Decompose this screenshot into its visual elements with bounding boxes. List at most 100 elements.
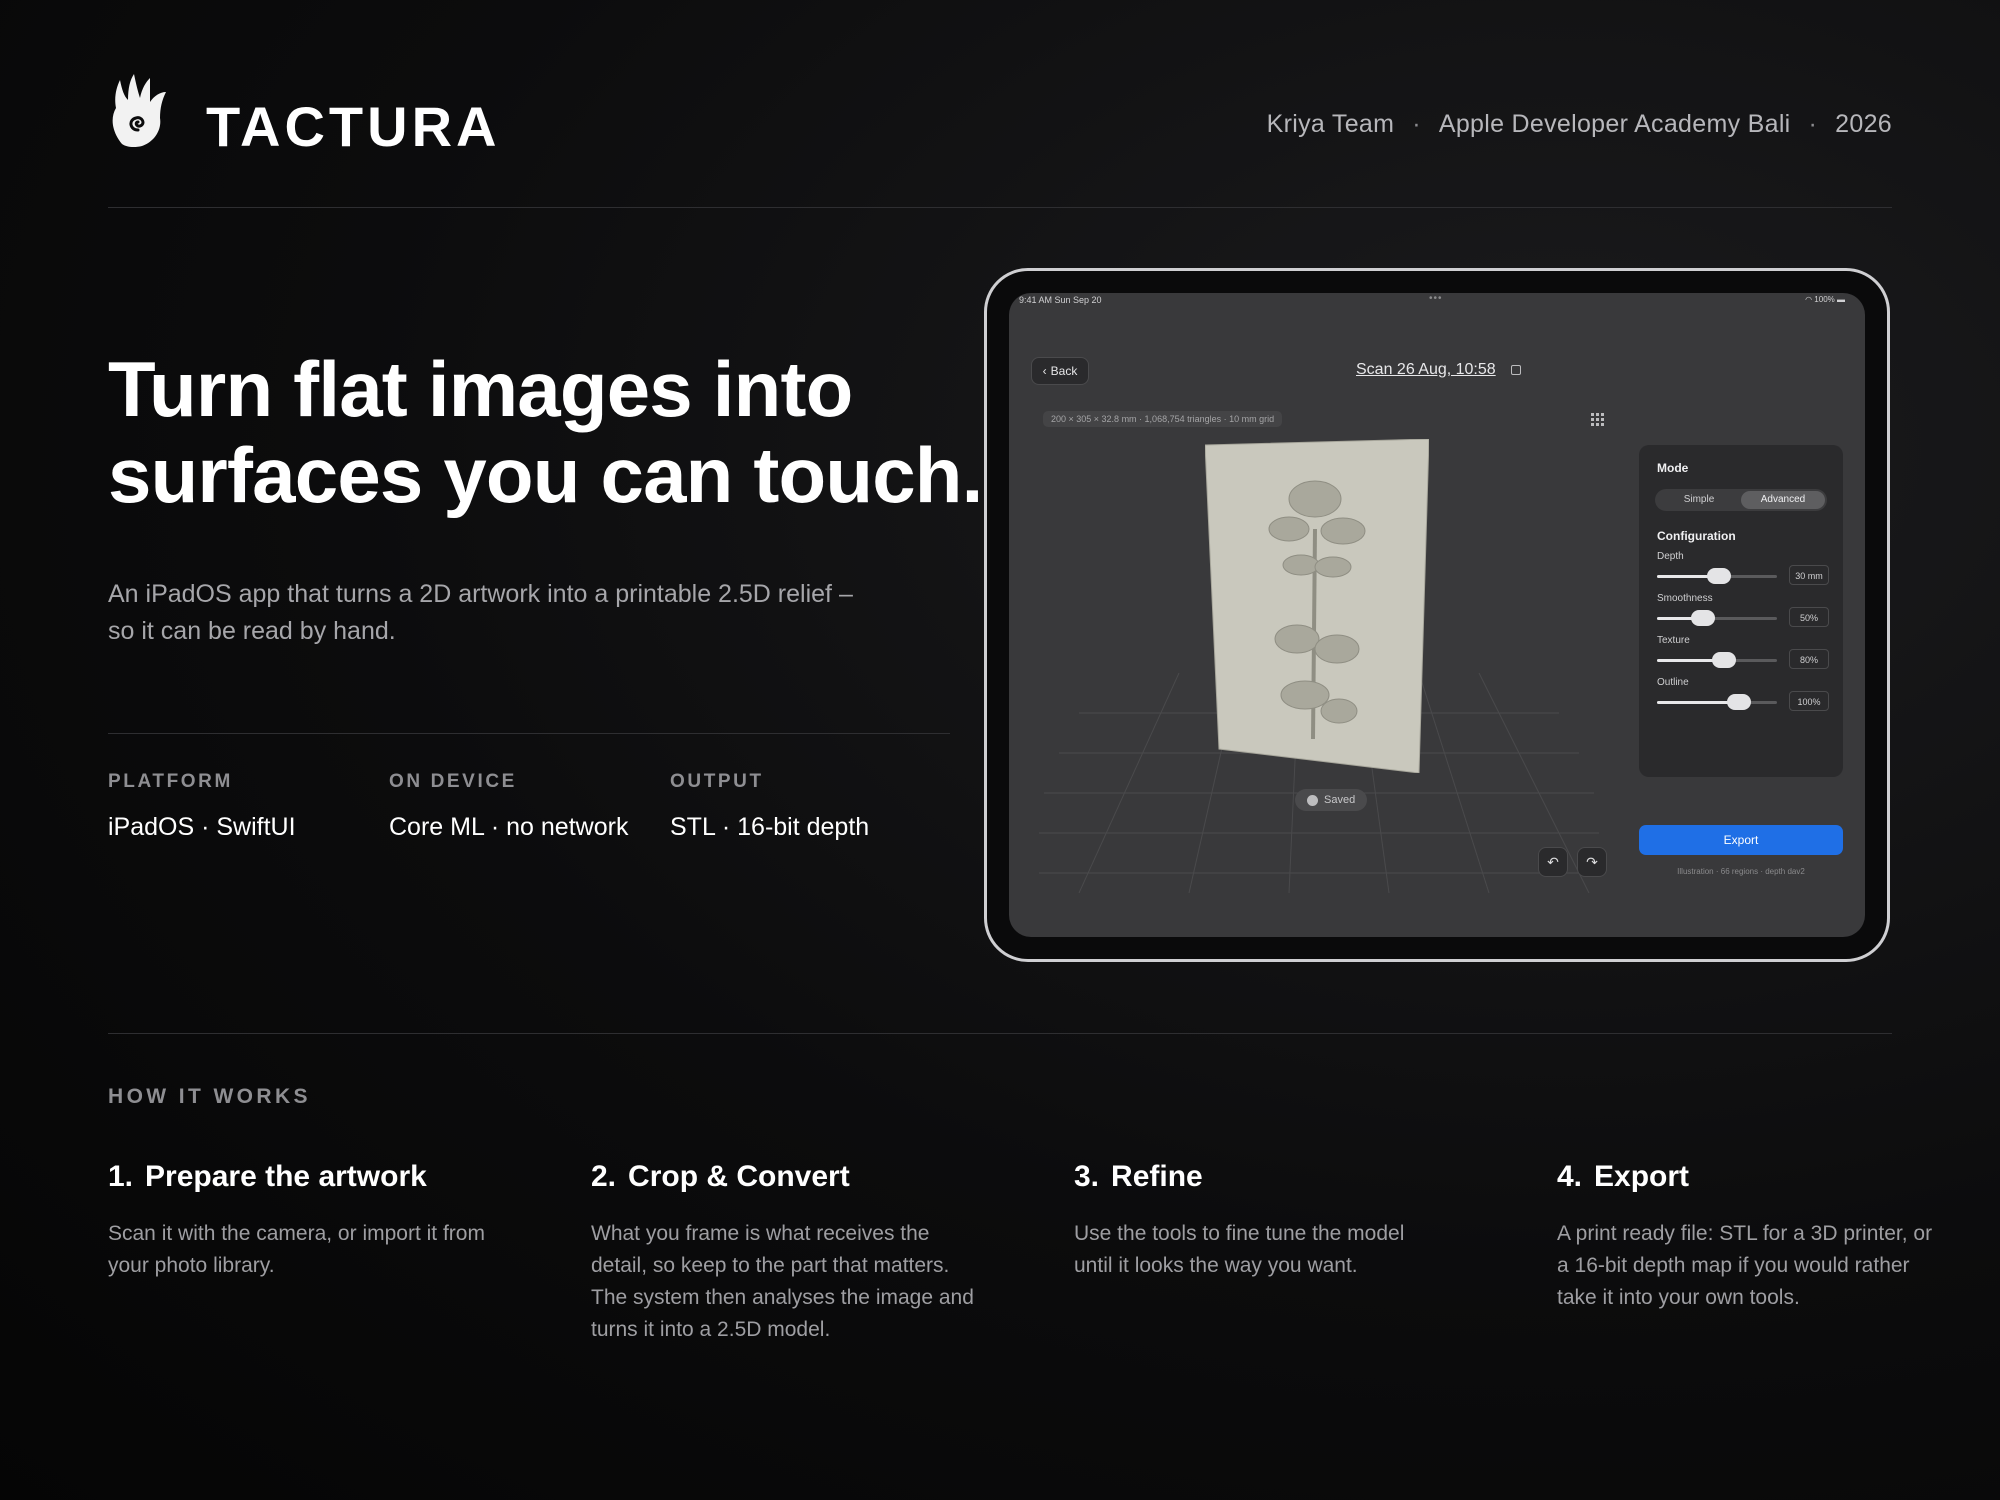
hero-subtitle-line: so it can be read by hand. [108,617,396,645]
step-description: A print ready file: STL for a 3D printer… [1557,1218,1967,1314]
model-dimensions: 200 × 305 × 32.8 mm · 1,068,754 triangle… [1043,411,1283,427]
divider [108,207,1892,208]
slider-label: Depth [1657,551,1684,562]
year: 2026 [1835,110,1892,138]
academy-name: Apple Developer Academy Bali [1438,110,1791,138]
back-label: Back [1050,364,1078,378]
slider-track[interactable] [1657,610,1777,626]
separator-dot: · [1412,110,1421,138]
hand-spiral-logo-icon [112,74,166,148]
wifi-icon: ◠ [1805,295,1813,304]
smoothness-slider[interactable]: Smoothness 50% [1657,593,1829,635]
step-description: What you frame is what receives the deta… [591,1218,1001,1346]
grid-toggle-icon[interactable] [1591,413,1605,427]
slider-knob[interactable] [1690,610,1715,626]
step-title: 4. Export [1557,1160,1967,1194]
step-refine: 3. Refine Use the tools to fine tune the … [1074,1160,1484,1282]
checkmark-icon [1307,794,1318,806]
hero-subtitle: An iPadOS app that turns a 2D artwork in… [108,576,908,650]
header-meta: Kriya Team · Apple Developer Academy Bali ·… [1267,110,1892,139]
step-export: 4. Export A print ready file: STL for a 3… [1557,1160,1967,1314]
step-description-line: detail, so keep to the part that matters… [591,1254,950,1277]
slider-value[interactable]: 80% [1789,649,1829,669]
step-description-line: Scan it with the camera, or import it fr… [108,1222,485,1245]
app-screen: 9:41 AM Sun Sep 20 ••• ◠ 100% ▬ ‹ Back S… [1009,293,1865,937]
saved-label: Saved [1324,794,1356,806]
step-title-text: Export [1594,1160,1690,1193]
scan-title[interactable]: Scan 26 Aug, 10:58 [1356,361,1496,379]
slider-value[interactable]: 50% [1789,607,1829,627]
spec-label: PLATFORM [108,771,233,792]
brand-name: TACTURA [206,95,501,158]
step-description-line: What you frame is what receives the [591,1222,930,1245]
step-description-line: a 16-bit depth map if you would rather [1557,1254,1910,1277]
saved-indicator: Saved [1295,789,1368,811]
redo-icon: ↷ [1586,853,1598,870]
step-description-line: The system then analyses the image and [591,1286,974,1309]
battery-level: 100% [1814,295,1835,304]
spec-value: STL · 16-bit depth [670,813,870,841]
step-title: 1. Prepare the artwork [108,1160,518,1194]
step-description-line: turns it into a 2.5D model. [591,1318,831,1341]
hero-subtitle-line: An iPadOS app that turns a 2D artwork in… [108,580,853,608]
slider-knob[interactable] [1707,568,1732,584]
step-description-line: until it looks the way you want. [1074,1254,1358,1277]
status-time: 9:41 AM Sun Sep 20 [1019,295,1102,305]
export-button[interactable]: Export [1639,825,1843,855]
spec-output: OUTPUT STL · 16-bit depth [670,771,869,842]
step-title: 3. Refine [1074,1160,1484,1194]
status-battery: ◠ 100% ▬ [1805,295,1845,304]
mode-option-simple[interactable]: Simple [1657,491,1741,509]
multitasking-dots-icon[interactable]: ••• [1429,293,1443,304]
spec-value: Core ML · no network [389,813,629,841]
hero-title-line: Turn flat images into [108,345,853,433]
slider-track[interactable] [1657,568,1777,584]
rename-icon[interactable] [1511,365,1521,375]
step-number: 2. [591,1160,617,1193]
step-number: 1. [108,1160,134,1193]
mode-segmented-control[interactable]: Simple Advanced [1655,489,1827,511]
slider-track[interactable] [1657,694,1777,710]
relief-model-preview[interactable] [1205,439,1429,773]
slider-value[interactable]: 30 mm [1789,565,1829,585]
slider-knob[interactable] [1726,694,1751,710]
settings-panel: Mode Simple Advanced Configuration Depth… [1639,445,1843,777]
slider-value[interactable]: 100% [1789,691,1829,711]
step-number: 3. [1074,1160,1100,1193]
mode-label: Mode [1657,461,1689,475]
step-crop-convert: 2. Crop & Convert What you frame is what … [591,1160,1001,1346]
chevron-left-icon: ‹ [1042,364,1047,378]
spec-platform: PLATFORM iPadOS · SwiftUI [108,771,296,842]
texture-slider[interactable]: Texture 80% [1657,635,1829,677]
spec-label: OUTPUT [670,771,764,792]
separator-dot: · [1808,110,1818,138]
slider-track[interactable] [1657,652,1777,668]
back-button[interactable]: ‹ Back [1031,357,1089,385]
step-title-text: Crop & Convert [628,1160,850,1193]
outline-slider[interactable]: Outline 100% [1657,677,1829,719]
slider-label: Texture [1657,635,1690,646]
undo-button[interactable]: ↶ [1538,847,1568,877]
depth-slider[interactable]: Depth 30 mm [1657,551,1829,593]
header: TACTURA Kriya Team · Apple Developer Acade… [108,74,1892,174]
ipad-device-frame: 9:41 AM Sun Sep 20 ••• ◠ 100% ▬ ‹ Back S… [984,268,1890,962]
undo-icon: ↶ [1547,853,1559,870]
spec-label: ON DEVICE [389,771,517,792]
step-title-text: Prepare the artwork [145,1160,427,1193]
step-description: Use the tools to fine tune the model unt… [1074,1218,1484,1282]
redo-button[interactable]: ↷ [1577,847,1607,877]
step-number: 4. [1557,1160,1583,1193]
divider [108,1033,1892,1034]
step-description-line: take it into your own tools. [1557,1286,1800,1309]
team-name: Kriya Team [1266,110,1395,138]
slider-knob[interactable] [1712,652,1737,668]
step-description-line: Use the tools to fine tune the model [1074,1222,1405,1245]
section-heading: HOW IT WORKS [108,1085,311,1108]
step-title: 2. Crop & Convert [591,1160,1001,1194]
slider-label: Smoothness [1657,593,1713,604]
mode-option-advanced[interactable]: Advanced [1741,491,1825,509]
step-title-text: Refine [1111,1160,1203,1193]
step-description-line: your photo library. [108,1254,275,1277]
export-note: Illustration · 66 regions · depth dav2 [1677,867,1805,876]
configuration-label: Configuration [1657,529,1736,543]
